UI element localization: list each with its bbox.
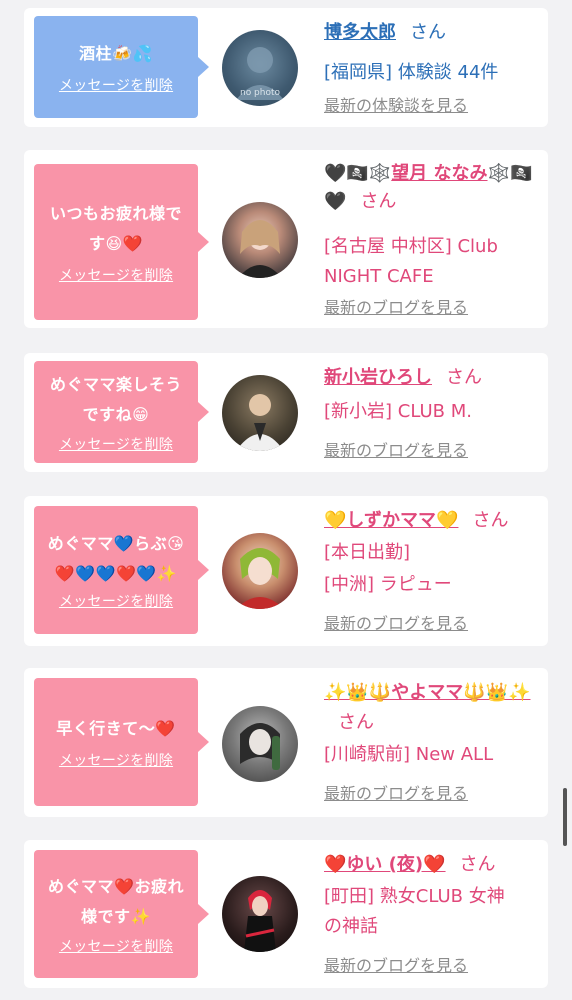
- message-card: いつもお疲れ様です😆❤️ メッセージを削除 🖤🏴‍☠️🕸️望月 ななみ🕸️🏴‍☠…: [24, 150, 548, 328]
- delete-message-link[interactable]: メッセージを削除: [59, 75, 173, 95]
- profile-photo-icon: [240, 723, 280, 770]
- user-name-link[interactable]: 望月 ななみ: [391, 163, 487, 184]
- user-detail: [福岡県] 体験談 44件: [324, 62, 499, 83]
- avatar[interactable]: [222, 202, 298, 278]
- message-text: 早く行きて〜❤️: [56, 719, 176, 738]
- user-info: 新小岩ひろし さん [新小岩] CLUB M.: [324, 363, 540, 427]
- message-text: めぐママ楽しそうですね😁: [49, 375, 182, 424]
- message-bubble: 酒柱🍻💦 メッセージを削除: [34, 16, 209, 118]
- message-bubble: いつもお疲れ様です😆❤️ メッセージを削除: [34, 164, 209, 320]
- avatar[interactable]: [222, 533, 298, 609]
- latest-blog-link[interactable]: 最新のブログを見る: [324, 294, 468, 318]
- honorific: さん: [472, 510, 509, 531]
- name-line: ✨👑🔱やよママ🔱👑✨ さん: [324, 678, 540, 738]
- avatar[interactable]: [222, 876, 298, 952]
- user-name-link[interactable]: ✨👑🔱やよママ🔱👑✨: [324, 682, 530, 703]
- avatar-caption: no photo: [239, 88, 281, 98]
- user-detail: [中洲] ラピュー: [324, 574, 452, 595]
- honorific: さん: [338, 712, 374, 733]
- message-card: めぐママ💙らぶ😘❤️💙💙❤️💙✨ メッセージを削除 💛しずかママ💛 さん [本日出…: [24, 496, 548, 646]
- honorific: さん: [410, 22, 446, 43]
- message-text: いつもお疲れ様です😆❤️: [49, 204, 182, 253]
- avatar[interactable]: [222, 706, 298, 782]
- honorific: さん: [446, 367, 482, 388]
- name-line: 博多太郎 さん: [324, 18, 540, 48]
- delete-message-link[interactable]: メッセージを削除: [59, 591, 173, 611]
- avatar[interactable]: [222, 375, 298, 451]
- delete-message-link[interactable]: メッセージを削除: [59, 434, 173, 454]
- latest-reviews-link[interactable]: 最新の体験談を見る: [324, 92, 468, 116]
- message-bubble: 早く行きて〜❤️ メッセージを削除: [34, 678, 209, 806]
- user-info: ❤️ゆい (夜)❤️ さん [町田] 熟女CLUB 女神 の神話: [324, 850, 540, 942]
- name-line: ❤️ゆい (夜)❤️ さん: [324, 850, 540, 880]
- message-bubble: めぐママ❤️お疲れ様です✨ メッセージを削除: [34, 850, 209, 978]
- user-name-link[interactable]: 博多太郎: [324, 22, 396, 43]
- name-line: 💛しずかママ💛 さん: [324, 506, 540, 536]
- user-detail: [新小岩] CLUB M.: [324, 401, 472, 422]
- profile-photo-icon: [238, 220, 282, 278]
- scrollbar[interactable]: [563, 788, 567, 846]
- user-name-link[interactable]: 💛しずかママ💛: [324, 510, 458, 531]
- user-detail: NIGHT CAFE: [324, 266, 434, 287]
- user-name-link[interactable]: ❤️ゆい (夜)❤️: [324, 854, 446, 875]
- honorific: さん: [360, 191, 397, 212]
- latest-blog-link[interactable]: 最新のブログを見る: [324, 952, 468, 976]
- user-detail: [町田] 熟女CLUB 女神: [324, 886, 505, 907]
- message-card: めぐママ楽しそうですね😁 メッセージを削除 新小岩ひろし さん [新小岩] CLU…: [24, 353, 548, 472]
- message-card: 酒柱🍻💦 メッセージを削除 no photo 博多太郎 さん [福岡県] 体験談 …: [24, 8, 548, 127]
- honorific: さん: [459, 854, 496, 875]
- name-line: 🖤🏴‍☠️🕸️望月 ななみ🕸️🏴‍☠️🖤 さん: [324, 160, 540, 216]
- avatar[interactable]: no photo: [222, 30, 298, 106]
- message-card: めぐママ❤️お疲れ様です✨ メッセージを削除 ❤️ゆい (夜)❤️ さん [町田]…: [24, 840, 548, 988]
- message-text: 酒柱🍻💦: [79, 44, 153, 63]
- message-text: めぐママ💙らぶ😘❤️💙💙❤️💙✨: [47, 534, 185, 583]
- user-info: 💛しずかママ💛 さん [本日出勤] [中洲] ラピュー: [324, 506, 540, 600]
- message-text: めぐママ❤️お疲れ様です✨: [48, 877, 184, 926]
- user-info: 🖤🏴‍☠️🕸️望月 ななみ🕸️🏴‍☠️🖤 さん [名古屋 中村区] Club NI…: [324, 160, 540, 292]
- name-line: 新小岩ひろし さん: [324, 363, 540, 393]
- user-detail: [本日出勤]: [324, 542, 411, 563]
- user-detail: [川崎駅前] New ALL: [324, 744, 494, 765]
- profile-photo-icon: [244, 890, 276, 952]
- user-info: ✨👑🔱やよママ🔱👑✨ さん [川崎駅前] New ALL: [324, 678, 540, 770]
- profile-photo-icon: [236, 394, 284, 451]
- delete-message-link[interactable]: メッセージを削除: [59, 265, 173, 285]
- latest-blog-link[interactable]: 最新のブログを見る: [324, 437, 468, 461]
- delete-message-link[interactable]: メッセージを削除: [59, 750, 173, 770]
- message-bubble: めぐママ楽しそうですね😁 メッセージを削除: [34, 361, 209, 463]
- latest-blog-link[interactable]: 最新のブログを見る: [324, 780, 468, 804]
- message-card: 早く行きて〜❤️ メッセージを削除 ✨👑🔱やよママ🔱👑✨ さん [川崎駅前] Ne…: [24, 668, 548, 817]
- message-bubble: めぐママ💙らぶ😘❤️💙💙❤️💙✨ メッセージを削除: [34, 506, 209, 634]
- user-detail: [名古屋 中村区] Club: [324, 236, 498, 257]
- delete-message-link[interactable]: メッセージを削除: [59, 936, 173, 956]
- profile-photo-icon: [236, 548, 284, 609]
- latest-blog-link[interactable]: 最新のブログを見る: [324, 610, 468, 634]
- name-emoji-prefix: 🖤🏴‍☠️🕸️: [324, 163, 392, 184]
- user-name-link[interactable]: 新小岩ひろし: [324, 367, 432, 388]
- user-detail: の神話: [324, 916, 378, 937]
- user-info: 博多太郎 さん [福岡県] 体験談 44件: [324, 18, 540, 88]
